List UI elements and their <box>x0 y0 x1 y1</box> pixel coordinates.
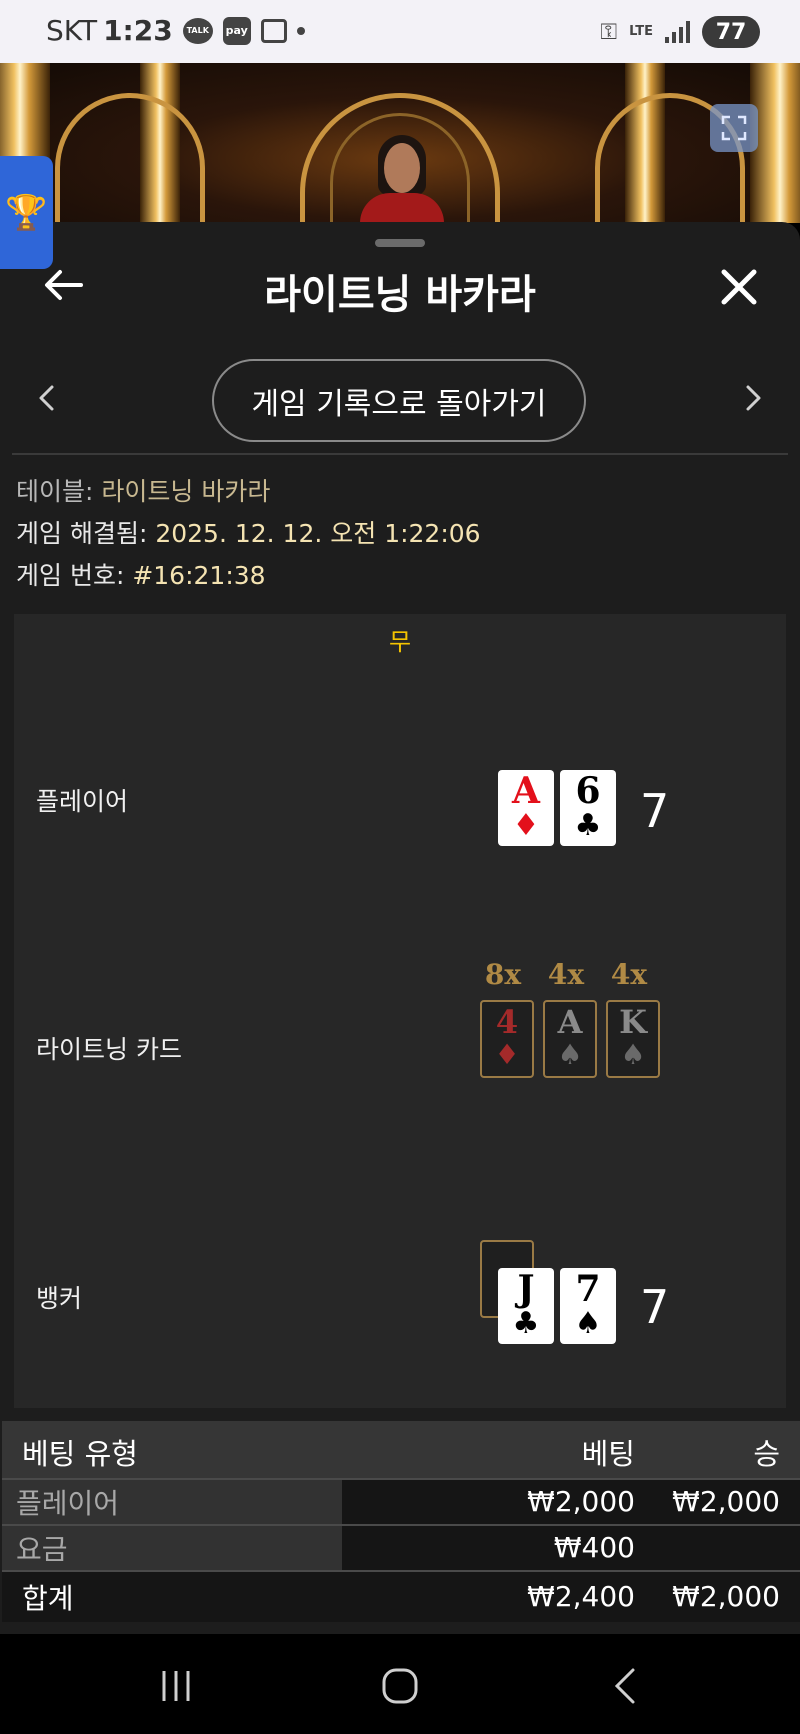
game-result-panel: 무 플레이어 A ♦ 6 ♣ 7 라이트닝 카드 8x 4x 4x 4 ♦ A … <box>14 614 786 1408</box>
game-number-info: 게임 번호: #16:21:38 <box>16 556 266 592</box>
player-label: 플레이어 <box>36 787 129 816</box>
trophy-tab[interactable]: 🏆 <box>0 156 53 269</box>
player-total: 7 <box>640 784 670 838</box>
recent-apps-icon <box>162 1671 190 1701</box>
table-row: 요금 ₩400 <box>2 1524 800 1570</box>
system-navigation-bar <box>0 1634 800 1734</box>
page-title: 라이트닝 바카라 <box>264 272 536 318</box>
diamond-suit-icon: ♦ <box>512 808 540 843</box>
divider <box>12 453 788 455</box>
home-button[interactable] <box>370 1664 430 1708</box>
card-rank: A <box>557 1003 583 1041</box>
spade-suit-icon: ♠ <box>620 1038 646 1071</box>
drag-handle[interactable] <box>375 239 425 247</box>
club-suit-icon: ♣ <box>574 808 602 843</box>
banker-label: 뱅커 <box>36 1284 83 1313</box>
club-suit-icon: ♣ <box>512 1306 540 1341</box>
back-chevron-icon <box>614 1668 635 1704</box>
resolved-info-label: 게임 해결됨: <box>16 519 156 548</box>
kakaotalk-icon: TALK <box>182 17 213 44</box>
bets-table: 베팅 유형 베팅 승 플레이어 ₩2,000 ₩2,000 요금 ₩400 합계… <box>2 1421 800 1622</box>
decor-arch <box>55 93 205 223</box>
bet-amount: ₩2,000 <box>527 1485 635 1518</box>
table-info: 테이블: 라이트닝 바카라 <box>16 472 270 508</box>
game-number-value: #16:21:38 <box>132 561 266 590</box>
pay-icon: pay <box>222 16 251 45</box>
more-notifications-dot-icon <box>296 26 305 35</box>
total-label: 합계 <box>22 1582 74 1615</box>
bets-table-header: 베팅 유형 베팅 승 <box>2 1421 800 1478</box>
banker-card-2: 7 ♠ <box>560 1268 616 1344</box>
chevron-right-icon <box>746 385 761 411</box>
card-rank: 4 <box>495 1003 519 1041</box>
lightning-card-3: K ♠ <box>606 1000 660 1078</box>
table-row: 플레이어 ₩2,000 ₩2,000 <box>2 1478 800 1524</box>
bet-type: 플레이어 <box>2 1480 342 1524</box>
game-number-label: 게임 번호: <box>16 561 133 590</box>
total-win-amount: ₩2,000 <box>672 1580 780 1613</box>
status-left: SKT 1:23 TALK pay <box>46 14 305 47</box>
player-card-1: A ♦ <box>498 770 554 846</box>
resolved-info-value: 2025. 12. 12. 오전 1:22:06 <box>155 519 481 548</box>
lightning-card-2: A ♠ <box>543 1000 597 1078</box>
lightning-multiplier: 8x <box>484 958 522 991</box>
home-icon <box>382 1668 418 1704</box>
game-history-sheet: 라이트닝 바카라 게임 기록으로 돌아가기 테이블: 라이트닝 바카라 게임 해… <box>0 222 800 1634</box>
total-row: 합계 ₩2,400 ₩2,000 <box>2 1570 800 1622</box>
table-info-value: 라이트닝 바카라 <box>101 477 271 506</box>
carrier-label: SKT <box>46 14 98 47</box>
header-bet-type: 베팅 유형 <box>22 1437 138 1471</box>
lightning-multiplier: 4x <box>547 958 585 991</box>
outcome-label: 무 <box>388 628 412 656</box>
dealer-face <box>384 143 420 193</box>
system-back-button[interactable] <box>594 1664 654 1708</box>
banker-total: 7 <box>640 1280 670 1334</box>
spade-suit-icon: ♠ <box>557 1038 583 1071</box>
recent-apps-button[interactable] <box>146 1664 206 1708</box>
expand-icon <box>721 115 747 141</box>
lte-icon: LTE <box>629 24 653 39</box>
card-rank: K <box>619 1003 647 1041</box>
header-bet: 베팅 <box>581 1437 635 1471</box>
vpn-key-icon: ⚿ <box>600 19 618 45</box>
live-video-stream <box>0 63 800 223</box>
clock: 1:23 <box>103 14 173 47</box>
lightning-multiplier: 4x <box>610 958 648 991</box>
close-icon <box>721 269 757 305</box>
trophy-icon: 🏆 <box>5 192 48 233</box>
signal-icon <box>665 21 690 43</box>
next-game-button[interactable] <box>736 376 772 420</box>
back-to-history-button[interactable]: 게임 기록으로 돌아가기 <box>212 359 586 442</box>
card-rank: 6 <box>575 770 601 812</box>
win-amount: ₩2,000 <box>672 1485 780 1518</box>
card-rank: J <box>517 1268 535 1310</box>
total-bet-amount: ₩2,400 <box>527 1580 635 1613</box>
table-info-label: 테이블: <box>16 477 102 506</box>
fullscreen-button[interactable] <box>710 104 758 152</box>
header-win: 승 <box>753 1437 780 1471</box>
spade-suit-icon: ♠ <box>574 1306 602 1341</box>
player-card-2: 6 ♣ <box>560 770 616 846</box>
banker-card-1: J ♣ <box>498 1268 554 1344</box>
resolved-info: 게임 해결됨: 2025. 12. 12. 오전 1:22:06 <box>16 514 481 550</box>
status-bar: SKT 1:23 TALK pay ⚿ LTE 77 <box>0 0 800 63</box>
close-button[interactable] <box>712 260 766 314</box>
bet-amount: ₩400 <box>553 1531 635 1564</box>
battery-level: 77 <box>715 19 747 45</box>
card-rank: A <box>512 770 540 812</box>
lightning-cards-label: 라이트닝 카드 <box>36 1035 182 1064</box>
chevron-left-icon <box>39 385 54 411</box>
screenshot-icon <box>260 18 287 43</box>
previous-game-button[interactable] <box>28 376 64 420</box>
bet-type: 요금 <box>2 1526 342 1570</box>
diamond-suit-icon: ♦ <box>494 1038 520 1071</box>
status-right: ⚿ LTE 77 <box>600 16 766 48</box>
battery-indicator: 77 <box>702 16 766 48</box>
lightning-card-1: 4 ♦ <box>480 1000 534 1078</box>
card-rank: 7 <box>575 1268 601 1310</box>
